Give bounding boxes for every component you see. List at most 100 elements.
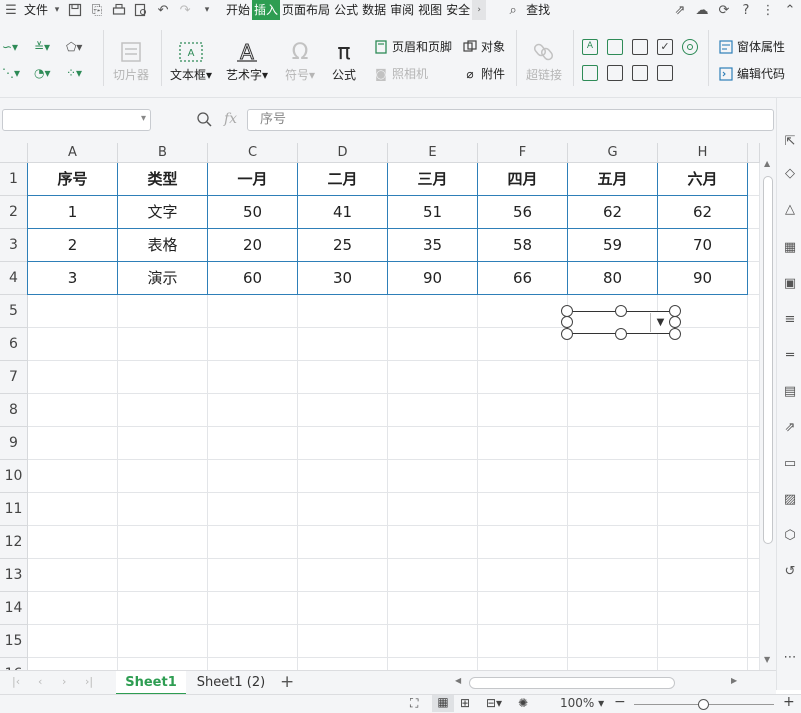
cell-e2[interactable]: 51 bbox=[388, 196, 478, 229]
archive-icon[interactable]: ▭ bbox=[782, 456, 798, 472]
hamburger-icon[interactable]: ☰ bbox=[0, 0, 22, 20]
cell-e5[interactable] bbox=[388, 295, 478, 328]
tab-insert[interactable]: 插入 bbox=[252, 0, 281, 20]
cell-f7[interactable] bbox=[478, 361, 568, 394]
cell-b8[interactable] bbox=[118, 394, 208, 427]
collapse-icon[interactable]: ⌃ bbox=[779, 0, 801, 20]
cell-b9[interactable] bbox=[118, 427, 208, 460]
row-header-5[interactable]: 5 bbox=[0, 295, 28, 328]
row-header-14[interactable]: 14 bbox=[0, 592, 28, 625]
row-header-12[interactable]: 12 bbox=[0, 526, 28, 559]
normal-view-icon[interactable]: ▦ bbox=[432, 695, 454, 712]
chart-line-icon[interactable]: ≚▾ bbox=[34, 40, 50, 54]
cell-c4[interactable]: 60 bbox=[208, 262, 298, 295]
combobox-control-icon[interactable] bbox=[632, 65, 648, 81]
object-button[interactable]: 对象 bbox=[462, 38, 505, 55]
button-control-icon[interactable] bbox=[632, 39, 648, 55]
help-icon[interactable]: ? bbox=[735, 0, 757, 20]
fx-icon[interactable]: fx bbox=[224, 111, 237, 127]
resize-handle[interactable] bbox=[561, 328, 573, 340]
save-icon[interactable] bbox=[64, 0, 86, 20]
cell-a10[interactable] bbox=[28, 460, 118, 493]
cell-b5[interactable] bbox=[118, 295, 208, 328]
camera-button[interactable]: ◙ 照相机 bbox=[373, 65, 428, 82]
cell-d9[interactable] bbox=[298, 427, 388, 460]
cell-a13[interactable] bbox=[28, 559, 118, 592]
file-menu[interactable]: 文件 bbox=[22, 0, 50, 20]
backup-icon[interactable]: ⬡ bbox=[782, 528, 798, 544]
cell-g15[interactable] bbox=[568, 625, 658, 658]
scroll-up-icon[interactable]: ▲ bbox=[764, 159, 770, 168]
cell-f12[interactable] bbox=[478, 526, 568, 559]
scatter-plot-icon[interactable]: ⁘▾ bbox=[66, 66, 82, 80]
zoom-out-button[interactable]: − bbox=[614, 694, 626, 710]
last-sheet-icon[interactable]: ›| bbox=[85, 675, 93, 688]
cell-d7[interactable] bbox=[298, 361, 388, 394]
cell-h15[interactable] bbox=[658, 625, 748, 658]
resize-handle[interactable] bbox=[615, 305, 627, 317]
cell-a1[interactable]: 序号 bbox=[28, 163, 118, 196]
export-icon[interactable]: ⎘ bbox=[86, 0, 108, 20]
cell-g2[interactable]: 62 bbox=[568, 196, 658, 229]
header-footer-button[interactable]: 页眉和页脚 bbox=[373, 38, 452, 55]
cell-d14[interactable] bbox=[298, 592, 388, 625]
cell-a3[interactable]: 2 bbox=[28, 229, 118, 262]
cell-d11[interactable] bbox=[298, 493, 388, 526]
symbol-button[interactable]: Ω 符号▾ bbox=[280, 38, 320, 83]
pentagon-icon[interactable]: ⬠▾ bbox=[66, 40, 82, 54]
cell-b3[interactable]: 表格 bbox=[118, 229, 208, 262]
cell-e10[interactable] bbox=[388, 460, 478, 493]
cell-e6[interactable] bbox=[388, 328, 478, 361]
formula-input[interactable]: 序号 bbox=[247, 109, 774, 131]
tab-home[interactable]: 开始 bbox=[224, 0, 252, 20]
cell-d6[interactable] bbox=[298, 328, 388, 361]
cloud-icon[interactable]: ☁ bbox=[691, 0, 713, 20]
sync-icon[interactable]: ⟳ bbox=[713, 0, 735, 20]
column-header-a[interactable]: A bbox=[28, 143, 118, 163]
cell-h14[interactable] bbox=[658, 592, 748, 625]
row-header-15[interactable]: 15 bbox=[0, 625, 28, 658]
cell-h8[interactable] bbox=[658, 394, 748, 427]
tab-formulas[interactable]: 公式 bbox=[332, 0, 360, 20]
cell-c14[interactable] bbox=[208, 592, 298, 625]
horizontal-scroll-thumb[interactable] bbox=[469, 677, 675, 689]
cell-b2[interactable]: 文字 bbox=[118, 196, 208, 229]
cell-h12[interactable] bbox=[658, 526, 748, 559]
combo-box-control[interactable]: ▼ bbox=[561, 305, 681, 340]
formula-button[interactable]: π 公式 bbox=[326, 38, 362, 83]
row-header-9[interactable]: 9 bbox=[0, 427, 28, 460]
cell-a11[interactable] bbox=[28, 493, 118, 526]
column-header-g[interactable]: G bbox=[568, 143, 658, 163]
cell-e16[interactable] bbox=[388, 658, 478, 670]
cell-b11[interactable] bbox=[118, 493, 208, 526]
scrollbar-control-icon[interactable] bbox=[657, 65, 673, 81]
cell-g7[interactable] bbox=[568, 361, 658, 394]
cell-b14[interactable] bbox=[118, 592, 208, 625]
cell-f6[interactable] bbox=[478, 328, 568, 361]
shapes-icon[interactable]: ◇ bbox=[782, 166, 798, 182]
cell-c3[interactable]: 20 bbox=[208, 229, 298, 262]
row-header-2[interactable]: 2 bbox=[0, 196, 28, 229]
sheet-tab-sheet1-2[interactable]: Sheet1 (2) bbox=[190, 671, 272, 695]
horizontal-scrollbar[interactable]: ◀ ▶ bbox=[449, 676, 745, 689]
cell-b6[interactable] bbox=[118, 328, 208, 361]
cell-b12[interactable] bbox=[118, 526, 208, 559]
cell-a7[interactable] bbox=[28, 361, 118, 394]
row-header-10[interactable]: 10 bbox=[0, 460, 28, 493]
tab-review[interactable]: 审阅 bbox=[388, 0, 416, 20]
cell-f9[interactable] bbox=[478, 427, 568, 460]
ruler-icon[interactable]: ═ bbox=[782, 348, 798, 364]
tab-view[interactable]: 视图 bbox=[416, 0, 444, 20]
tab-security[interactable]: 安全 bbox=[444, 0, 472, 20]
cell-c16[interactable] bbox=[208, 658, 298, 670]
cell-a12[interactable] bbox=[28, 526, 118, 559]
redo-icon[interactable]: ↷ bbox=[174, 0, 196, 20]
row-header-13[interactable]: 13 bbox=[0, 559, 28, 592]
cell-c1[interactable]: 一月 bbox=[208, 163, 298, 196]
column-header-h[interactable]: H bbox=[658, 143, 748, 163]
grid-apps-icon[interactable]: ▣ bbox=[782, 276, 798, 292]
cell-g3[interactable]: 59 bbox=[568, 229, 658, 262]
name-box[interactable]: ▾ bbox=[2, 109, 151, 131]
scroll-left-icon[interactable]: ◀ bbox=[455, 676, 461, 685]
tab-page-layout[interactable]: 页面布局 bbox=[280, 0, 332, 20]
